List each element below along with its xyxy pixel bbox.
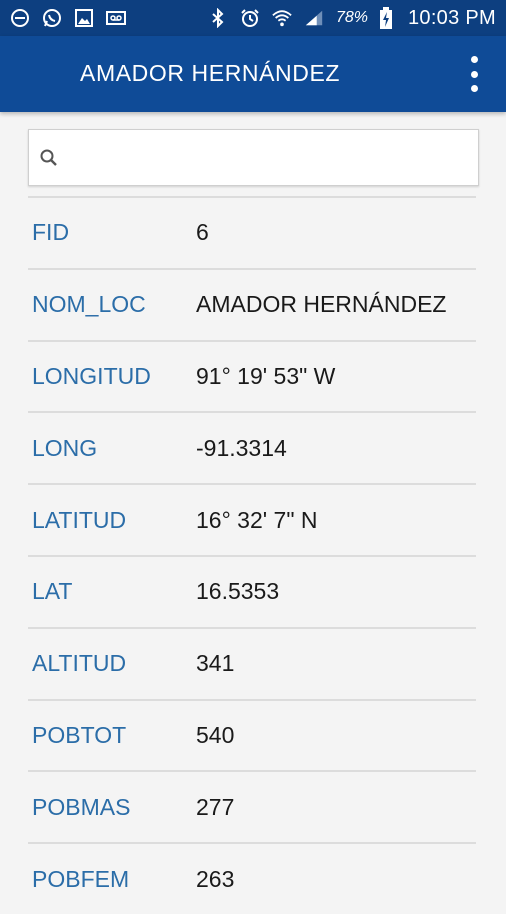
field-label: LONGITUD xyxy=(32,362,151,389)
list-item[interactable]: POBTOT 540 xyxy=(28,698,476,771)
field-value: 16° 32' 7" N xyxy=(196,506,318,533)
field-label: LATITUD xyxy=(32,506,127,533)
battery-percent: 78% xyxy=(335,9,368,26)
page-title: AMADOR HERNÁNDEZ xyxy=(80,60,341,86)
app-bar: AMADOR HERNÁNDEZ xyxy=(0,36,506,112)
signal-icon xyxy=(304,8,324,28)
search-input[interactable] xyxy=(66,129,478,186)
menu-dot xyxy=(470,56,478,63)
image-icon xyxy=(74,8,94,28)
field-label: POBTOT xyxy=(32,721,127,748)
field-label: LONG xyxy=(32,434,98,461)
list-item[interactable]: LATITUD 16° 32' 7" N xyxy=(28,483,476,555)
status-bar: 78% 10:03 PM xyxy=(0,0,506,36)
status-clock: 10:03 PM xyxy=(407,6,496,29)
field-value: 263 xyxy=(196,865,235,892)
field-label: ALTITUD xyxy=(32,650,127,677)
alarm-icon xyxy=(240,8,260,28)
attribute-list: FID 6 NOM_LOC AMADOR HERNÁNDEZ LONGITUD 91° 1… xyxy=(28,196,476,914)
voicemail-icon xyxy=(106,8,126,28)
field-value: -91.3314 xyxy=(196,434,287,461)
status-bar-left xyxy=(10,8,126,28)
list-item[interactable]: NOM_LOC AMADOR HERNÁNDEZ xyxy=(28,267,476,340)
field-label: LAT xyxy=(32,578,73,605)
list-item[interactable]: POBMAS 277 xyxy=(28,770,476,842)
block-icon xyxy=(10,8,30,28)
field-label: FID xyxy=(32,219,70,246)
list-item[interactable]: ALTITUD 341 xyxy=(28,626,476,699)
search-icon xyxy=(38,147,60,169)
field-value: 6 xyxy=(196,219,209,246)
bluetooth-icon xyxy=(208,8,228,28)
field-label: POBMAS xyxy=(32,793,131,820)
whatsapp-icon xyxy=(42,8,62,28)
field-value: 16.5353 xyxy=(196,578,280,605)
list-item[interactable]: LAT 16.5353 xyxy=(28,554,476,627)
status-bar-right: 78% 10:03 PM xyxy=(208,7,496,30)
overflow-menu-icon[interactable] xyxy=(462,56,486,92)
field-label: NOM_LOC xyxy=(32,291,146,318)
field-label: POBFEM xyxy=(32,865,130,892)
menu-dot xyxy=(470,70,478,78)
field-value: AMADOR HERNÁNDEZ xyxy=(196,291,447,318)
list-item[interactable]: LONGITUD 91° 19' 53" W xyxy=(28,339,476,412)
field-value: 91° 19' 53" W xyxy=(196,362,336,389)
menu-dot xyxy=(470,85,478,92)
list-item[interactable]: POBFEM 263 xyxy=(28,842,476,914)
wifi-icon xyxy=(272,8,292,28)
field-value: 540 xyxy=(196,721,235,748)
list-item[interactable]: LONG -91.3314 xyxy=(28,411,476,483)
field-value: 277 xyxy=(196,793,235,820)
battery-charging-icon xyxy=(376,7,396,29)
search-box[interactable] xyxy=(28,129,479,186)
field-value: 341 xyxy=(196,650,235,677)
list-item[interactable]: FID 6 xyxy=(28,196,476,268)
